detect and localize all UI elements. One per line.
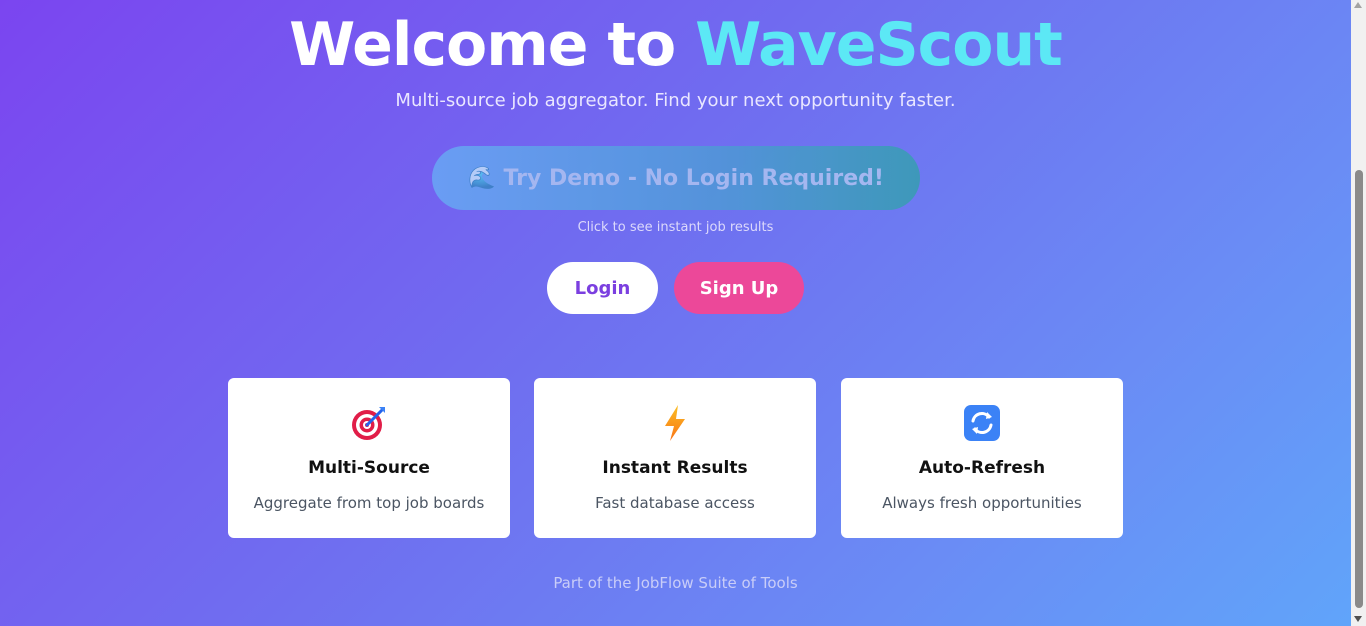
page-title: Welcome to WaveScout: [0, 10, 1351, 80]
try-demo-button[interactable]: 🌊 Try Demo - No Login Required!: [432, 146, 920, 210]
title-prefix: Welcome to: [289, 10, 696, 80]
brand-name: WaveScout: [695, 10, 1063, 80]
refresh-icon: [841, 404, 1123, 442]
feature-card-multi-source: Multi-Source Aggregate from top job boar…: [228, 378, 510, 538]
signup-button[interactable]: Sign Up: [674, 262, 804, 314]
scroll-up-arrow-icon[interactable]: [1354, 2, 1362, 8]
landing-content: Welcome to WaveScout Multi-source job ag…: [0, 0, 1351, 626]
scrollbar-thumb[interactable]: [1355, 170, 1363, 608]
target-icon: [228, 404, 510, 442]
feature-title: Multi-Source: [308, 458, 430, 478]
feature-description: Aggregate from top job boards: [253, 494, 485, 512]
demo-hint: Click to see instant job results: [577, 220, 774, 235]
feature-card-auto-refresh: Auto-Refresh Always fresh opportunities: [841, 378, 1123, 538]
feature-card-instant-results: Instant Results Fast database access: [534, 378, 816, 538]
feature-title: Instant Results: [602, 458, 748, 478]
feature-title: Auto-Refresh: [918, 458, 1046, 478]
login-button[interactable]: Login: [547, 262, 658, 314]
footer-text: Part of the JobFlow Suite of Tools: [553, 574, 798, 592]
feature-description: Fast database access: [595, 494, 755, 512]
wave-icon: 🌊: [468, 165, 496, 191]
page: Welcome to WaveScout Multi-source job ag…: [0, 0, 1366, 626]
lightning-icon: [534, 404, 816, 442]
feature-description: Always fresh opportunities: [882, 494, 1082, 512]
scroll-down-arrow-icon[interactable]: [1354, 616, 1362, 622]
try-demo-label: Try Demo - No Login Required!: [503, 165, 884, 191]
subtitle: Multi-source job aggregator. Find your n…: [395, 90, 956, 111]
vertical-scrollbar[interactable]: [1351, 0, 1366, 626]
